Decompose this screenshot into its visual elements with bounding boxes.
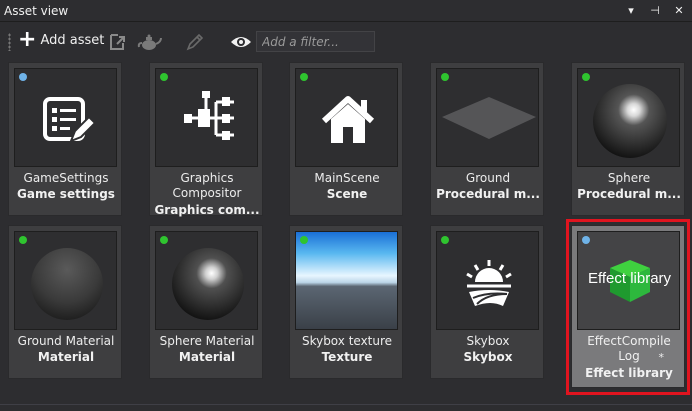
plane-thumbnail	[442, 97, 536, 139]
asset-type: Procedural m...	[436, 187, 540, 201]
status-dot	[19, 236, 27, 244]
asset-thumbnail	[577, 68, 680, 167]
asset-thumbnail	[436, 68, 539, 167]
panel-titlebar: Asset view ▾ ⊣ ✕	[0, 0, 692, 22]
asset-type: Texture	[321, 350, 373, 364]
asset-name: Graphics Compositor	[150, 171, 264, 201]
status-dot	[300, 236, 308, 244]
close-icon[interactable]: ✕	[672, 3, 686, 19]
asset-type: Effect library	[585, 366, 673, 380]
compositor-graph-icon	[184, 91, 234, 140]
asset-tile[interactable]: Graphics Compositor Graphics com...	[149, 62, 264, 217]
asset-tile[interactable]: Sphere Procedural m...	[571, 62, 685, 216]
asset-toolbar: + Add asset	[0, 23, 692, 59]
add-asset-label: Add asset	[40, 32, 105, 48]
panel-bottom-edge	[0, 404, 692, 411]
asset-type: Material	[37, 350, 95, 364]
asset-type: Graphics com...	[154, 203, 260, 217]
asset-grid: GameSettings Game settings Graphics Comp…	[0, 59, 692, 411]
teapot-icon[interactable]	[137, 31, 163, 53]
asset-thumbnail	[295, 68, 398, 167]
asset-name: Ground	[465, 171, 511, 185]
house-icon	[321, 96, 375, 143]
asset-name: Skybox	[466, 334, 510, 348]
asset-tile[interactable]: Sphere Material Material	[149, 225, 263, 379]
status-dot	[582, 73, 590, 81]
import-icon[interactable]	[106, 31, 128, 53]
matte-sphere-thumbnail	[31, 248, 103, 320]
status-dot	[441, 236, 449, 244]
asset-type: Material	[178, 350, 236, 364]
asset-tile[interactable]: Ground Procedural m...	[430, 62, 544, 216]
asset-name: EffectCompile Log	[572, 334, 686, 364]
eye-icon[interactable]	[229, 31, 253, 53]
sunrise-icon	[466, 260, 512, 306]
asset-thumbnail	[14, 231, 117, 330]
panel-title: Asset view	[4, 3, 69, 18]
asset-thumbnail	[436, 231, 539, 330]
asset-thumbnail	[295, 231, 398, 330]
pencil-icon[interactable]	[184, 31, 206, 53]
asset-type: Scene	[326, 187, 368, 201]
asset-name: Skybox texture	[301, 334, 393, 348]
asset-tile[interactable]: GameSettings Game settings	[8, 62, 122, 216]
filter-input[interactable]	[256, 31, 375, 52]
asset-name-line: Log	[618, 349, 640, 363]
status-dot	[582, 236, 590, 244]
sphere-thumbnail	[593, 84, 667, 158]
asset-name: Sphere	[607, 171, 651, 185]
asset-type: Procedural m...	[577, 187, 681, 201]
modified-marker: *	[658, 351, 665, 364]
settings-list-icon	[43, 97, 97, 143]
status-dot	[300, 73, 308, 81]
plus-icon: +	[18, 27, 37, 52]
asset-tile[interactable]: Skybox Skybox	[430, 225, 544, 379]
add-asset-button[interactable]: + Add asset	[18, 27, 105, 52]
status-dot	[160, 73, 168, 81]
asset-thumbnail	[14, 68, 117, 167]
asset-name-line: EffectCompile	[587, 334, 671, 348]
asset-name: Ground Material	[17, 334, 115, 348]
asset-type: Game settings	[17, 187, 115, 201]
panel-controls: ▾ ⊣ ✕	[624, 3, 686, 19]
status-dot	[19, 73, 27, 81]
pin-icon[interactable]: ⊣	[648, 3, 662, 19]
asset-tile[interactable]: Ground Material Material	[8, 225, 122, 379]
status-dot	[441, 73, 449, 81]
asset-name: Sphere Material	[159, 334, 255, 348]
asset-thumbnail: Effect library	[577, 231, 680, 330]
asset-name: MainScene	[314, 171, 380, 185]
asset-tile[interactable]: Skybox texture Texture	[289, 225, 403, 379]
asset-name-line: Graphics	[180, 171, 234, 185]
glossy-sphere-thumbnail	[172, 248, 244, 320]
effect-library-label: Effect library	[587, 270, 672, 287]
asset-tile-selected[interactable]: Effect library EffectCompile Log * Effec…	[571, 225, 685, 388]
status-dot	[160, 236, 168, 244]
toolbar-grip[interactable]	[8, 33, 11, 51]
asset-thumbnail	[155, 68, 258, 167]
asset-tile[interactable]: MainScene Scene	[289, 62, 403, 216]
dropdown-icon[interactable]: ▾	[624, 3, 638, 19]
asset-name: GameSettings	[23, 171, 109, 185]
asset-thumbnail	[155, 231, 258, 330]
asset-name-line: Compositor	[172, 186, 242, 200]
asset-type: Skybox	[463, 350, 513, 364]
